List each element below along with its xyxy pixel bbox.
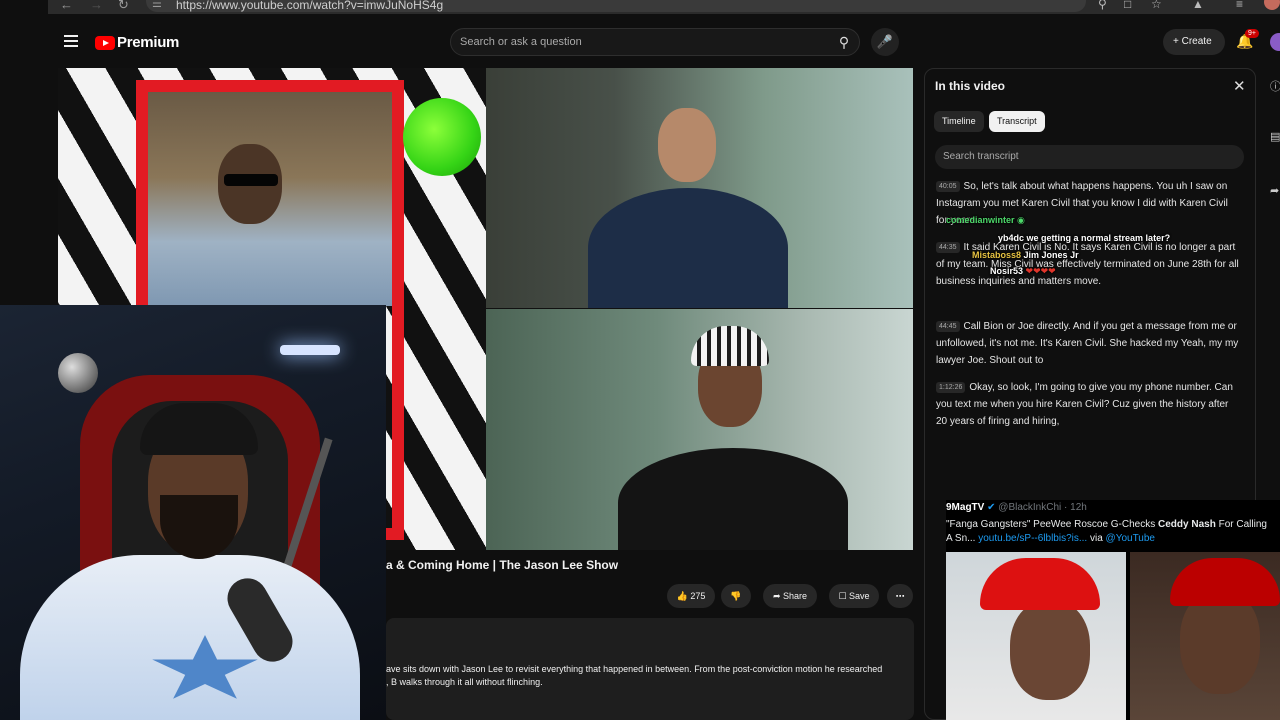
tweet-handle: @BlackInkChi · 12h — [998, 502, 1087, 513]
like-count: 275 — [690, 591, 706, 601]
menu-icon[interactable]: ≡ — [1236, 0, 1243, 11]
transcript-segment[interactable]: 44:45 Call Bion or Joe directly. And if y… — [936, 318, 1241, 369]
tweet-link[interactable]: youtu.be/sP--6lblbis?is... — [978, 533, 1087, 544]
like-button[interactable]: 👍 275 — [667, 584, 715, 608]
back-icon[interactable]: ← — [60, 0, 73, 12]
segment-text: Call Bion or Joe directly. And if you ge… — [936, 321, 1239, 366]
chat-message: Mistaboss8 Jim Jones Jr — [972, 250, 1079, 260]
share-label: Share — [783, 591, 808, 601]
segment-text: It said Karen Civil is No. It says Karen… — [936, 242, 1239, 287]
forward-icon[interactable]: → — [90, 0, 103, 12]
heart-emotes-icon: ❤❤❤❤ — [1025, 266, 1056, 276]
more-actions-icon[interactable]: ⋯ — [887, 584, 913, 608]
youtube-logo-icon[interactable] — [95, 36, 115, 50]
notification-badge: 9+ — [1245, 29, 1259, 38]
tweet-person-face — [1010, 600, 1090, 700]
tweet-via-account[interactable]: @YouTube — [1106, 533, 1155, 544]
description-text: ave sits down with Jason Lee to revisit … — [386, 663, 906, 689]
brand-label[interactable]: Premium — [117, 34, 179, 51]
comments-icon[interactable]: ▤ — [1270, 130, 1280, 143]
tab-timeline[interactable]: Timeline — [934, 111, 984, 132]
host-head — [658, 108, 716, 182]
transcript-segment[interactable]: 44:35 It said Karen Civil is No. It says … — [936, 239, 1241, 290]
tweet-via: via — [1087, 533, 1106, 544]
chat-message: yb4dc we getting a normal stream later? — [998, 233, 1170, 243]
chat-message: comedianwinter ◉ — [946, 215, 1025, 226]
tweet-text: "Fanga Gangsters" PeeWee Roscoe G-Checks… — [946, 518, 1280, 546]
tweet-text-bold: Ceddy Nash — [1158, 519, 1216, 530]
url-text[interactable]: https://www.youtube.com/watch?v=imwJuNoH… — [176, 0, 443, 12]
streamer-webcam — [0, 305, 386, 720]
close-icon[interactable]: ✕ — [1233, 77, 1246, 95]
create-label: Create — [1181, 36, 1212, 47]
transcript-search-placeholder: Search transcript — [943, 151, 1019, 162]
share-button[interactable]: ➦ Share — [763, 584, 817, 608]
transcript-segment[interactable]: 1:12:26 Okay, so look, I'm going to give … — [936, 379, 1241, 430]
search-placeholder: Search or ask a question — [460, 36, 582, 48]
chat-username: yb4dc — [998, 233, 1025, 243]
microphone-icon[interactable]: 🎤 — [871, 28, 899, 56]
tweet-header: 9MagTV ✔ @BlackInkChi · 12h — [946, 502, 1087, 513]
chat-username: comedianwinter — [946, 215, 1015, 225]
tab-transcript[interactable]: Transcript — [989, 111, 1045, 132]
chat-message: Nosir53 ❤❤❤❤ — [990, 266, 1056, 277]
install-app-icon[interactable]: □ — [1124, 0, 1131, 11]
tweet-text-end: For Calling — [1215, 519, 1267, 530]
segment-timestamp[interactable]: 44:35 — [936, 242, 960, 253]
site-settings-icon[interactable]: ☰ — [152, 0, 162, 10]
hamburger-menu-icon[interactable] — [64, 35, 78, 50]
verified-badge-icon: ✔ — [987, 502, 996, 513]
segment-timestamp[interactable]: 1:12:26 — [936, 382, 966, 393]
dislike-button[interactable]: 👎 — [721, 584, 751, 608]
video-title: a & Coming Home | The Jason Lee Show — [386, 558, 619, 572]
guest-body — [618, 448, 848, 550]
tweet-text-line2: A Sn... — [946, 533, 979, 544]
host-body — [588, 188, 788, 308]
led-light — [280, 345, 340, 355]
segment-text: Okay, so look, I'm going to give you my … — [936, 382, 1233, 427]
description-line-1: ave sits down with Jason Lee to revisit … — [386, 664, 883, 674]
bookmark-star-icon[interactable]: ☆ — [1151, 0, 1162, 11]
reload-icon[interactable]: ↻ — [118, 0, 129, 13]
chat-username: Mistaboss8 — [972, 250, 1022, 260]
save-label: Save — [849, 591, 870, 601]
create-button[interactable]: + Create — [1163, 29, 1225, 55]
green-ball-graphic — [403, 98, 481, 176]
tweet-text-start: "Fanga Gangsters" PeeWee Roscoe G-Checks — [946, 519, 1159, 530]
description-icon[interactable]: ⓘ — [1270, 78, 1280, 94]
description-line-2: , B walks through it all without flinchi… — [386, 677, 543, 687]
search-icon[interactable]: ⚲ — [830, 30, 858, 54]
chat-text: we getting a normal stream later? — [1026, 233, 1171, 243]
disco-ball — [58, 353, 98, 393]
segment-timestamp[interactable]: 40:05 — [936, 181, 960, 192]
save-button[interactable]: ☐ Save — [829, 584, 879, 608]
segment-timestamp[interactable]: 44:45 — [936, 321, 960, 332]
tweet-account: 9MagTV — [946, 502, 985, 513]
streamer-shirt — [20, 555, 360, 720]
emote-icon: ◉ — [1017, 215, 1025, 225]
panel-title: In this video — [935, 79, 1006, 93]
extensions-icon[interactable]: ▲ — [1192, 0, 1204, 11]
share-rail-icon[interactable]: ➦ — [1270, 184, 1279, 197]
chat-username: Nosir53 — [990, 266, 1024, 276]
chat-text: Jim Jones Jr — [1023, 250, 1079, 260]
zoom-icon[interactable]: ⚲ — [1098, 0, 1107, 11]
